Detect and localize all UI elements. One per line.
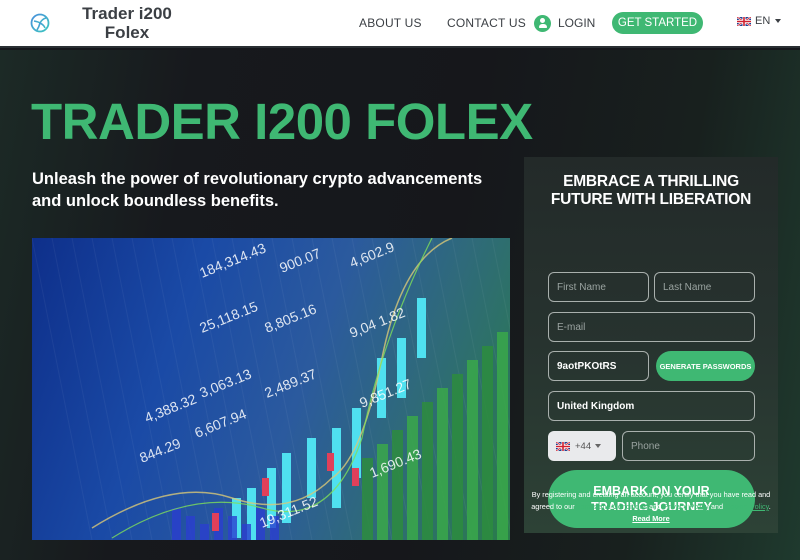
terms-link[interactable]: Terms and Conditions [577,502,648,511]
green-bar [497,332,508,540]
brand-line-1: Trader i200 [82,4,172,23]
candle [307,438,316,498]
user-icon [534,14,551,32]
green-bar [392,430,403,540]
language-selector[interactable]: EN [737,15,782,27]
green-bar [422,402,433,540]
green-bar [467,360,478,540]
brand-name[interactable]: Trader i200 Folex [72,4,182,42]
price-figure: 900.07 [277,245,323,276]
nav-about-us[interactable]: ABOUT US [359,16,422,30]
trading-chart-image: 184,314.43 900.07 25,118.15 8,805.16 3,063.1… [32,238,510,540]
password-input[interactable] [548,351,649,381]
green-bar [407,416,418,540]
legal-and-1: and [647,502,664,511]
price-figure: 4,602.9 [347,238,397,270]
phone-input[interactable] [622,431,755,461]
login-label: LOGIN [558,16,596,30]
grid-line [71,238,133,540]
blue-bar [172,508,181,540]
green-bar [482,346,493,540]
blue-bar [242,524,251,540]
privacy-link[interactable]: Privacy Policy [663,502,708,511]
green-bar [437,388,448,540]
grid-line [51,238,113,540]
price-figure: 184,314.43 [197,240,268,281]
uk-flag-icon [556,441,570,451]
price-figure: 9,04 1.82 [347,304,407,341]
chevron-down-icon [775,19,782,23]
nav-contact-us[interactable]: CONTACT US [447,16,526,30]
last-name-input[interactable] [654,272,755,302]
red-candle [352,468,359,486]
brand-line-2: Folex [104,23,150,42]
grid-line [111,238,173,540]
form-title-line-2: FUTURE WITH LIBERATION [550,191,752,208]
hero-title: TRADER I200 FOLEX [31,93,533,150]
price-figure: 4,388.32 [142,390,199,425]
green-bar [452,374,463,540]
legal-period: . [768,502,771,511]
email-input[interactable] [548,312,755,342]
signup-form: EMBRACE A THRILLING FUTURE WITH LIBERATI… [524,157,778,533]
language-label: EN [755,15,771,27]
first-name-input[interactable] [548,272,649,302]
hero-subtitle: Unleash the power of revolutionary crypt… [32,170,483,210]
blue-bar [200,524,209,540]
hero-section: TRADER I200 FOLEX Unleash the power of r… [0,50,800,560]
get-started-button[interactable]: GET STARTED [612,12,703,34]
read-more-link[interactable]: Read More [632,514,669,523]
uk-flag-icon [737,16,751,26]
price-figure: 6,607.94 [192,405,249,440]
grid-line [131,238,193,540]
site-header: Trader i200 Folex ABOUT US CONTACT US LO… [0,0,800,48]
grid-line [32,238,93,540]
logo-swirl-icon[interactable] [30,13,50,33]
red-candle [262,478,269,496]
candle [417,298,426,358]
generate-passwords-button[interactable]: GENERATE PASSWORDS [656,351,755,381]
red-candle [327,453,334,471]
form-title-line-1: EMBRACE A THRILLING [563,173,739,190]
login-link[interactable]: LOGIN [534,13,595,33]
legal-and-2: and [708,502,726,511]
price-figure: 3,063.13 [197,365,254,400]
blue-bar [186,516,195,540]
dial-code-select[interactable]: +44 [548,431,616,461]
cookie-link[interactable]: Cookie Policy [725,502,769,511]
blue-bar [228,516,237,540]
grid-line [291,238,353,540]
price-figure: 2,489.37 [262,365,319,400]
form-title: EMBRACE A THRILLING FUTURE WITH LIBERATI… [524,173,778,209]
legal-notice: By registering and creating an account, … [524,489,778,525]
chart-decoration: 184,314.43 900.0725,118.15 8,805.163,063.1… [32,238,510,540]
grid-line [91,238,153,540]
country-select[interactable]: United Kingdom [548,391,755,421]
chevron-down-icon [595,444,602,448]
dial-code: +44 [575,440,592,452]
red-candle [212,513,219,531]
